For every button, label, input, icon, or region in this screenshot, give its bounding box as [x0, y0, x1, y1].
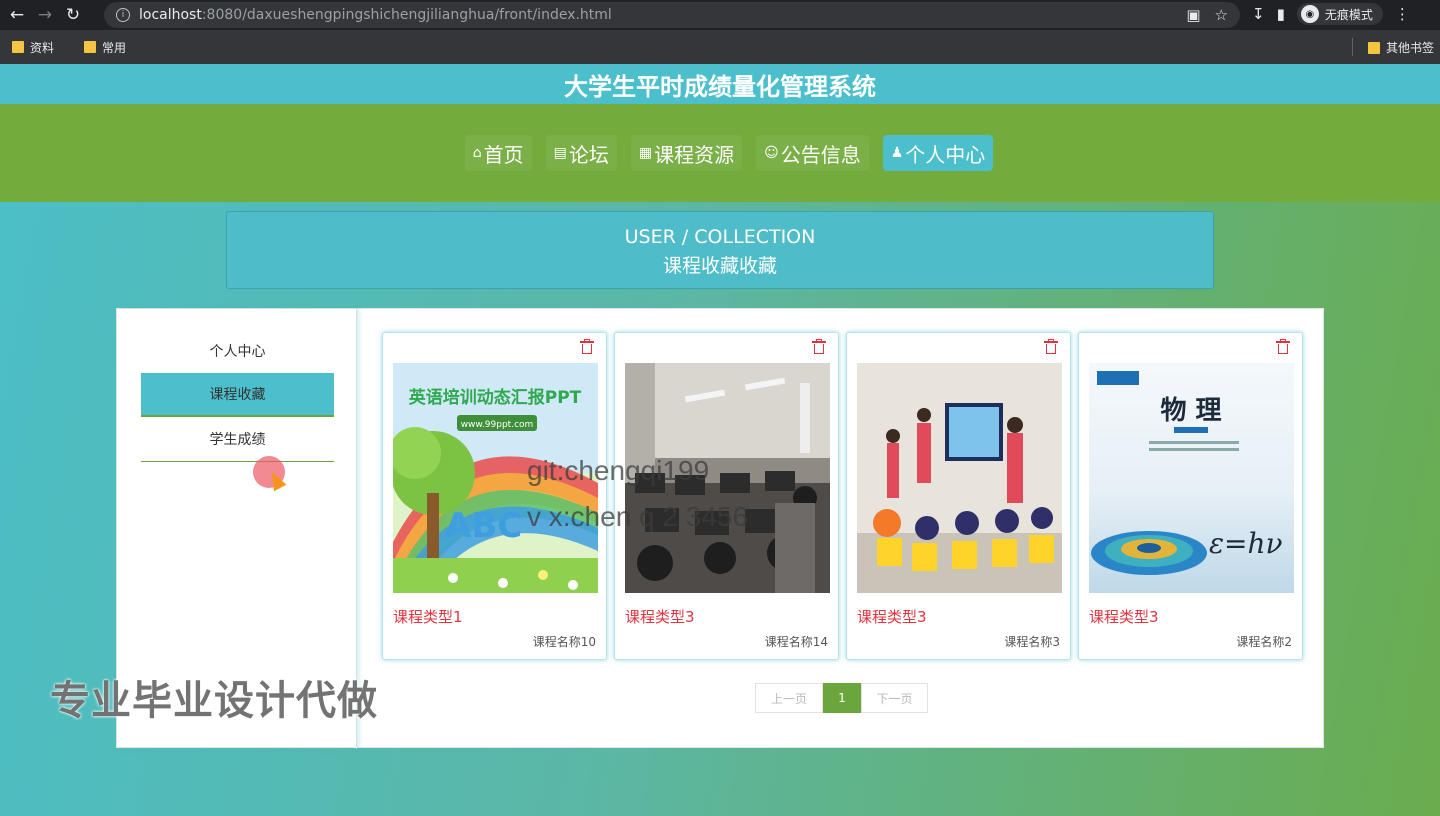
smile-icon: ☺	[764, 145, 779, 161]
nav-announcements[interactable]: ☺ 公告信息	[756, 135, 869, 171]
trash-icon[interactable]	[580, 339, 594, 355]
course-name: 课程名称14	[764, 635, 828, 649]
image-subcaption: www.99ppt.com	[461, 420, 534, 430]
nav-forum[interactable]: ▤ 论坛	[545, 135, 617, 171]
main-nav: ⌂ 首页 ▤ 论坛 ▦ 课程资源 ☺ 公告信息 ♟ 个人中心	[0, 104, 1440, 202]
nav-personal-center[interactable]: ♟ 个人中心	[882, 135, 994, 171]
trash-icon[interactable]	[812, 339, 826, 355]
nav-course-resources[interactable]: ▦ 课程资源	[630, 135, 743, 171]
nav-home[interactable]: ⌂ 首页	[464, 135, 532, 171]
next-page-button[interactable]: 下一页	[861, 683, 928, 713]
user-icon: ♟	[890, 145, 904, 161]
browser-toolbar: ← → ↻ i localhost:8080/daxueshengpingshi…	[0, 0, 1440, 30]
star-icon[interactable]: ☆	[1215, 6, 1228, 24]
svg-text:ABC: ABC	[445, 506, 522, 546]
gift-icon: ▦	[638, 145, 653, 161]
watermark-ad: 专业毕业设计代做	[50, 678, 378, 724]
forward-icon[interactable]: →	[34, 4, 56, 26]
course-type: 课程类型3	[857, 608, 927, 626]
course-image	[857, 363, 1062, 593]
other-bookmarks[interactable]: 其他书签	[1367, 39, 1434, 56]
page-number-button[interactable]: 1	[823, 683, 861, 713]
course-type: 课程类型1	[393, 608, 463, 626]
home-icon: ⌂	[472, 145, 482, 161]
sidebar-item-personal-center[interactable]: 个人中心	[141, 329, 334, 373]
collection-grid: ABC 英语培训动态汇报PPT www.99ppt.com 课程类型1 课程名称…	[382, 332, 1303, 660]
collection-card[interactable]: 物 理 ε=hν 课程类型3 课程名称2	[1078, 332, 1303, 660]
download-icon[interactable]: ↧	[1252, 5, 1265, 23]
bookmark-folder[interactable]: 资料	[12, 39, 54, 56]
course-type: 课程类型3	[1089, 608, 1159, 626]
info-icon[interactable]: i	[116, 8, 130, 22]
course-name: 课程名称2	[1236, 635, 1292, 649]
folder-icon	[12, 41, 24, 53]
course-image: 物 理 ε=hν	[1089, 363, 1294, 593]
formula: ε=hν	[1209, 527, 1283, 560]
collection-card[interactable]: 课程类型3 课程名称14	[614, 332, 839, 660]
trash-icon[interactable]	[1276, 339, 1290, 355]
breadcrumb-cn: 课程收藏收藏	[662, 255, 777, 277]
course-name: 课程名称3	[1004, 635, 1060, 649]
sidebar-item-student-grades[interactable]: 学生成绩	[141, 417, 334, 461]
sidebar-item-course-collection[interactable]: 课程收藏	[141, 373, 334, 417]
collection-card[interactable]: 课程类型3 课程名称3	[846, 332, 1071, 660]
bookmarks-bar: 资料 常用 其他书签	[0, 30, 1440, 64]
incognito-icon: ◉	[1300, 5, 1319, 23]
course-type: 课程类型3	[625, 608, 695, 626]
course-image	[625, 363, 830, 593]
address-bar[interactable]: i localhost:8080/daxueshengpingshichengj…	[104, 2, 1240, 28]
pagination: 上一页 1 下一页	[755, 683, 928, 713]
menu-icon[interactable]: ⋮	[1395, 5, 1410, 23]
image-caption: 英语培训动态汇报PPT	[409, 387, 582, 408]
sidepanel-icon[interactable]: ▮	[1277, 5, 1285, 23]
bookmark-folder[interactable]: 常用	[84, 39, 126, 56]
page-title: 大学生平时成绩量化管理系统	[0, 64, 1440, 104]
prev-page-button[interactable]: 上一页	[755, 683, 823, 713]
breadcrumb: USER / COLLECTION 课程收藏收藏	[226, 211, 1214, 289]
breadcrumb-en: USER / COLLECTION	[624, 226, 816, 248]
reload-icon[interactable]: ↻	[62, 4, 84, 26]
url-host: localhost	[139, 7, 202, 23]
incognito-badge[interactable]: ◉ 无痕模式	[1296, 3, 1383, 25]
collection-card[interactable]: ABC 英语培训动态汇报PPT www.99ppt.com 课程类型1 课程名称…	[382, 332, 607, 660]
course-name: 课程名称10	[532, 635, 596, 649]
divider	[1352, 38, 1353, 56]
trash-icon[interactable]	[1044, 339, 1058, 355]
folder-icon	[84, 41, 97, 53]
url-path: :8080/daxueshengpingshichengjilianghua/f…	[201, 7, 612, 23]
folder-icon	[1367, 41, 1380, 54]
blocked-popup-icon[interactable]: ▣	[1186, 6, 1200, 24]
back-icon[interactable]: ←	[6, 4, 28, 26]
course-image: ABC 英语培训动态汇报PPT www.99ppt.com	[393, 363, 598, 593]
incognito-label: 无痕模式	[1324, 7, 1373, 22]
book-title: 物 理	[1160, 396, 1221, 426]
forum-icon: ▤	[553, 145, 567, 161]
divider	[141, 461, 334, 462]
